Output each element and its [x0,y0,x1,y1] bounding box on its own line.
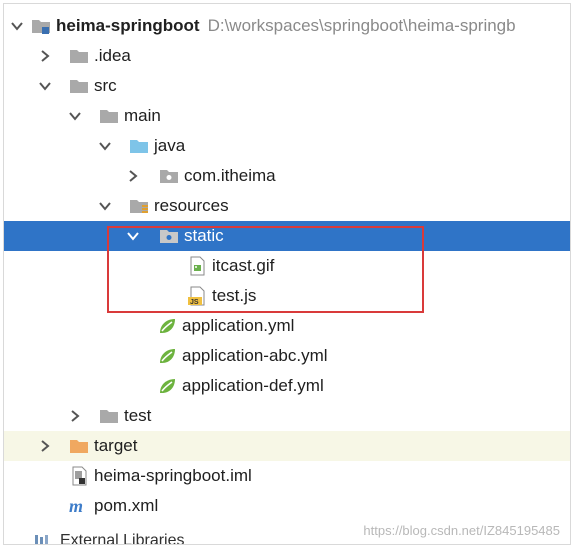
chevron-down-icon[interactable] [98,131,112,161]
tree-node-src[interactable]: src [4,71,570,101]
test-label: test [124,406,152,425]
tree-node-target[interactable]: target [4,431,570,461]
itcast-gif-label: itcast.gif [212,256,275,275]
tree-node-iml[interactable]: heima-springboot.iml [4,461,570,491]
tree-node-application-def-yml[interactable]: application-def.yml [4,371,570,401]
folder-icon [68,45,90,67]
chevron-right-icon[interactable] [38,431,52,461]
target-label: target [94,436,138,455]
chevron-down-icon[interactable] [68,101,82,131]
spring-leaf-icon [156,345,178,367]
chevron-right-icon[interactable] [126,161,140,191]
folder-icon [68,75,90,97]
root-path: D:\workspaces\springboot\heima-springb [207,16,516,35]
java-label: java [154,136,186,155]
image-file-icon [186,255,208,277]
main-label: main [124,106,161,125]
folder-icon [98,105,120,127]
tree-node-itcast-gif[interactable]: itcast.gif [4,251,570,281]
pom-label: pom.xml [94,496,159,515]
test-js-label: test.js [212,286,257,305]
svg-text:m: m [69,496,83,516]
iml-label: heima-springboot.iml [94,466,252,485]
chevron-down-icon[interactable] [98,191,112,221]
tree-node-pom[interactable]: m pom.xml [4,491,570,521]
idea-label: .idea [94,46,131,65]
tree-node-application-abc-yml[interactable]: application-abc.yml [4,341,570,371]
tree-node-test-js[interactable]: JS test.js [4,281,570,311]
package-icon [158,165,180,187]
resources-label: resources [154,196,229,215]
tree-node-static[interactable]: static [4,221,570,251]
package-label: com.itheima [184,166,276,185]
tree-node-java[interactable]: java [4,131,570,161]
svg-text:JS: JS [190,299,199,306]
maven-icon: m [68,495,90,517]
chevron-right-icon[interactable] [68,401,82,431]
folder-icon [98,405,120,427]
application-def-yml-label: application-def.yml [182,376,324,395]
tree-node-external-libraries[interactable]: External Libraries [34,532,185,545]
tree-node-root[interactable]: heima-springboot D:\workspaces\springboo… [4,11,570,41]
resources-folder-icon [128,195,150,217]
project-tree-panel: heima-springboot D:\workspaces\springboo… [3,3,571,545]
chevron-down-icon[interactable] [38,71,52,101]
module-folder-icon [30,15,52,37]
chevron-right-icon[interactable] [38,41,52,71]
application-yml-label: application.yml [182,316,295,335]
src-label: src [94,76,117,95]
folder-icon [158,225,180,247]
chevron-down-icon[interactable] [126,221,140,251]
source-folder-icon [128,135,150,157]
tree-node-application-yml[interactable]: application.yml [4,311,570,341]
static-label: static [184,226,224,245]
external-libraries-label: External Libraries [60,532,185,545]
javascript-file-icon: JS [186,285,208,307]
tree-node-package[interactable]: com.itheima [4,161,570,191]
watermark-text: https://blog.csdn.net/IZ845195485 [363,523,560,538]
tree-node-resources[interactable]: resources [4,191,570,221]
tree-node-main[interactable]: main [4,101,570,131]
tree-node-idea[interactable]: .idea [4,41,570,71]
application-abc-yml-label: application-abc.yml [182,346,328,365]
root-label: heima-springboot [56,16,200,35]
spring-leaf-icon [156,375,178,397]
chevron-down-icon[interactable] [10,11,24,41]
module-file-icon [68,465,90,487]
libraries-icon [34,533,52,544]
tree-node-test[interactable]: test [4,401,570,431]
spring-leaf-icon [156,315,178,337]
excluded-folder-icon [68,435,90,457]
